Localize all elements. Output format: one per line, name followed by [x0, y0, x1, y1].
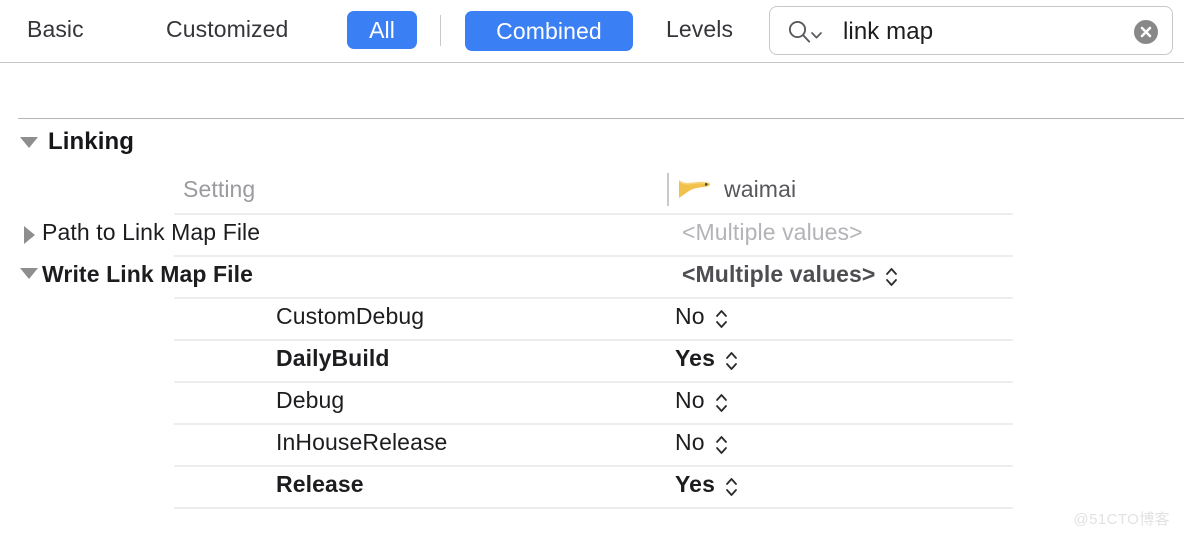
row-separator — [174, 507, 1013, 509]
search-icon — [788, 20, 811, 43]
config-name: Debug — [276, 387, 345, 413]
settings-content: Linking Setting waimai Path to Link Map … — [0, 63, 1184, 537]
setting-value[interactable]: No — [675, 303, 705, 330]
tab-levels[interactable]: Levels — [666, 16, 733, 43]
setting-name: Write Link Map File — [42, 261, 254, 287]
tab-basic[interactable]: Basic — [27, 16, 84, 43]
column-divider — [667, 173, 669, 206]
config-name: Release — [276, 471, 364, 497]
setting-value[interactable]: No — [675, 429, 705, 456]
chevron-down-icon[interactable] — [811, 26, 822, 39]
setting-value[interactable]: No — [675, 387, 705, 414]
triangle-down-icon[interactable] — [20, 268, 38, 279]
config-name: InHouseRelease — [276, 429, 448, 455]
tab-all[interactable]: All — [347, 11, 417, 49]
search-input[interactable]: link map — [843, 18, 933, 46]
setting-row[interactable]: Write Link Map File <Multiple values> — [0, 255, 1013, 297]
xcode-target-icon — [676, 174, 712, 204]
group-title: Linking — [48, 128, 135, 155]
value-stepper-icon[interactable] — [714, 307, 729, 331]
toolbar-segment-divider — [440, 15, 441, 46]
setting-value[interactable]: Yes — [675, 471, 715, 498]
watermark: @51CTO博客 — [1073, 511, 1170, 528]
search-field[interactable]: link map — [769, 6, 1173, 55]
group-header-linking[interactable]: Linking — [0, 127, 134, 157]
content-divider — [18, 118, 1184, 119]
tab-levels-label: Levels — [666, 16, 734, 42]
config-row[interactable]: DailyBuild Yes — [0, 339, 1013, 381]
build-settings-pane: Basic Customized All Combined Levels lin… — [0, 0, 1184, 537]
triangle-right-icon[interactable] — [24, 226, 35, 244]
build-settings-toolbar: Basic Customized All Combined Levels lin… — [0, 0, 1184, 63]
value-stepper-icon[interactable] — [884, 265, 899, 289]
config-name: CustomDebug — [276, 303, 425, 329]
setting-value[interactable]: Yes — [675, 345, 715, 372]
tab-customized-label: Customized — [166, 16, 289, 42]
clear-search-button[interactable] — [1134, 20, 1158, 44]
setting-value[interactable]: <Multiple values> — [682, 219, 863, 246]
setting-name: Path to Link Map File — [42, 219, 261, 245]
value-stepper-icon[interactable] — [724, 349, 739, 373]
column-header-setting[interactable]: Setting — [183, 176, 255, 203]
setting-row[interactable]: Path to Link Map File <Multiple values> — [0, 213, 1013, 255]
config-row[interactable]: InHouseRelease No — [0, 423, 1013, 465]
table-column-header: Setting waimai — [0, 170, 1013, 214]
tab-combined-label: Combined — [496, 17, 602, 44]
column-header-target[interactable]: waimai — [724, 176, 796, 203]
tab-customized[interactable]: Customized — [166, 16, 288, 43]
value-stepper-icon[interactable] — [714, 433, 729, 457]
tab-basic-label: Basic — [27, 16, 84, 42]
config-row[interactable]: CustomDebug No — [0, 297, 1013, 339]
tab-combined[interactable]: Combined — [465, 11, 633, 51]
setting-value[interactable]: <Multiple values> — [682, 261, 875, 288]
value-stepper-icon[interactable] — [724, 475, 739, 499]
triangle-down-icon[interactable] — [20, 136, 38, 148]
config-row[interactable]: Debug No — [0, 381, 1013, 423]
config-name: DailyBuild — [276, 345, 390, 371]
value-stepper-icon[interactable] — [714, 391, 729, 415]
tab-all-label: All — [369, 16, 395, 43]
config-row[interactable]: Release Yes — [0, 465, 1013, 507]
